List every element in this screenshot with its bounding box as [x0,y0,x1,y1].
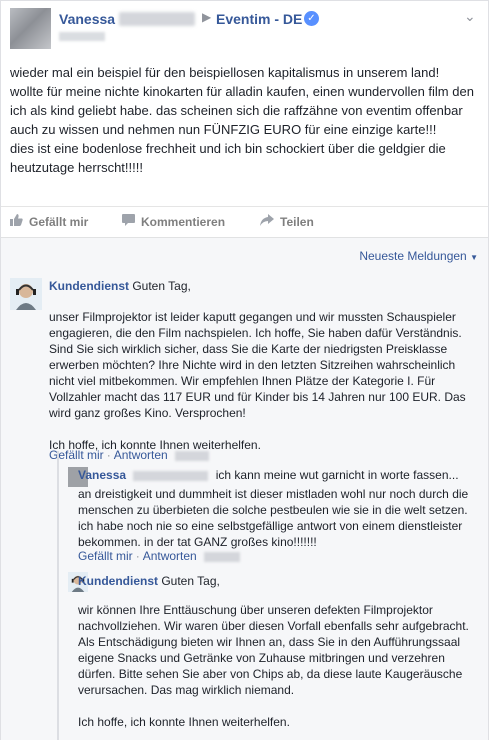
post-page-name[interactable]: Eventim - DE [216,11,302,27]
comments-section: Neueste Meldungen ▼ Kundendienst Guten T… [1,237,488,740]
thumbs-up-icon [10,214,23,229]
kundendienst-avatar[interactable] [10,278,42,310]
like-button[interactable]: Gefällt mir [10,214,88,229]
like-label: Gefällt mir [29,215,89,229]
comment-1-body: unser Filmprojektor ist leider kaputt ge… [49,310,466,452]
comment-1-header: Kundendienst Guten Tag, [49,279,191,293]
reply-1-body: an dreistigkeit und dummheit ist dieser … [78,487,469,549]
reply-1-timestamp[interactable] [204,551,241,562]
reply-1-dot: · [135,549,140,563]
share-label: Teilen [280,215,314,229]
share-button[interactable]: Teilen [260,214,314,229]
blurred-surname [119,12,195,26]
comment-1-greeting: Guten Tag, [132,279,191,293]
comment-1-actions: Gefällt mir · Antworten [49,448,210,462]
reply-thread-line [57,451,59,740]
reply-1-author[interactable]: Vanessa [78,468,126,482]
reply-1-first-line: ich kann meine wut garnicht in worte fas… [215,468,459,482]
comment-label: Kommentieren [141,215,226,229]
comment-1-timestamp[interactable] [175,450,210,461]
reply-2-body: wir können Ihre Enttäuschung über unsere… [78,603,469,729]
post-timestamp[interactable] [59,32,105,41]
post-author-avatar[interactable] [10,8,51,49]
comment-1-dot: · [106,448,111,462]
comment-button[interactable]: Kommentieren [122,214,225,229]
comment-1-author[interactable]: Kundendienst [49,279,129,293]
post-text: wieder mal ein beispiel für den beispiel… [10,65,474,175]
comments-sort-dropdown[interactable]: Neueste Meldungen ▼ [359,249,478,263]
arrow-right-icon: ▶ [202,10,212,24]
reply-2-greeting: Guten Tag, [161,574,220,588]
reply-1-header: Vanessa ich kann meine wut garnicht in w… [78,468,478,482]
reply-2-header: Kundendienst Guten Tag, [78,574,220,588]
verified-check-icon: ✓ [304,11,319,26]
reply-1-blurred-surname [133,470,209,481]
comment-1-reply-link[interactable]: Antworten [114,448,168,462]
reply-2-author[interactable]: Kundendienst [78,574,158,588]
share-arrow-icon [260,214,274,229]
reply-1-like-link[interactable]: Gefällt mir [78,549,133,563]
chevron-down-icon[interactable]: ⌄ [464,8,476,25]
reply-1-reply-link[interactable]: Antworten [143,549,197,563]
post-action-bar: Gefällt mir Kommentieren Teilen [1,206,488,236]
caret-down-icon: ▼ [470,253,478,262]
reply-1-actions: Gefällt mir · Antworten [78,549,241,563]
facebook-post: Vanessa ▶ Eventim - DE ✓ ⌄ wieder mal ei… [0,0,489,740]
post-author-name[interactable]: Vanessa [59,11,115,27]
speech-bubble-icon [122,214,135,229]
comments-sort-label: Neueste Meldungen [359,249,467,263]
